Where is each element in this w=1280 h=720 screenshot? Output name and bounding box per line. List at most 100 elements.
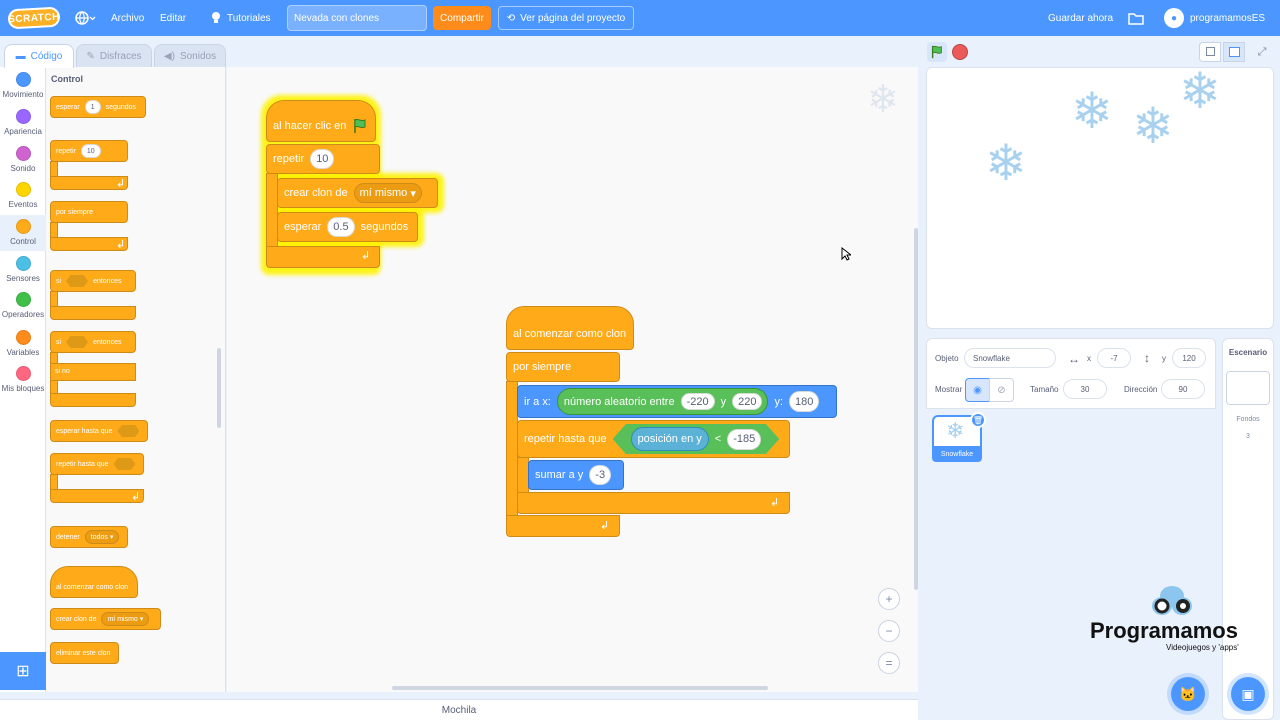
zoom-out-icon: − [885,624,893,638]
change-y-input[interactable]: -3 [589,465,612,485]
add-extension-button[interactable]: ⊞ [0,652,46,690]
clone-dropdown[interactable]: mí mismo ▾ [101,612,150,626]
stage-thumbnail[interactable] [1226,371,1270,405]
when-flag-clicked-block[interactable]: al hacer clic en [266,100,376,142]
block-text: posición en y [637,433,702,445]
choose-sprite-button[interactable]: 🐱 [1171,677,1205,711]
stop-button[interactable] [952,44,968,60]
category-operators[interactable]: Operadores [0,292,46,319]
less-than-block[interactable]: posición en y < -185 [612,424,780,454]
choose-backdrop-button[interactable]: ▣ [1231,677,1265,711]
stage[interactable]: ❄ ❄ ❄ ❄ [926,67,1274,329]
vertical-scrollbar[interactable] [914,228,918,590]
green-flag-button[interactable] [927,42,947,62]
stop-dropdown[interactable]: todos ▾ [84,530,120,544]
clone-dropdown[interactable]: mí mismo ▾ [353,183,422,203]
forever-block[interactable]: por siempre [506,352,620,382]
my-blocks-dot [15,366,31,381]
tab-code[interactable]: ▬ Código [4,44,74,68]
when-clone-starts-block[interactable]: al comenzar como clon [506,306,634,350]
go-to-xy-block[interactable]: ir a x: número aleatorio entre -220 y 22… [517,385,837,418]
random-block[interactable]: número aleatorio entre -220 y 220 [556,388,769,415]
repeat-input[interactable]: 10 [310,149,335,169]
menu-tutorials[interactable]: Tutoriales [210,0,271,36]
size-label: Tamaño [1030,385,1059,394]
block-text: al hacer clic en [273,120,347,132]
y-arrows-icon: ↕ [1144,351,1150,365]
folder-icon[interactable] [1128,0,1144,36]
palette-wait-until-block[interactable]: esperar hasta que [50,420,148,442]
category-variables[interactable]: Variables [0,330,46,357]
c-arm [50,161,58,177]
category-my-blocks[interactable]: Mis bloques [0,366,46,393]
image-add-icon: ▣ [1241,685,1255,702]
block-input[interactable]: 10 [80,144,101,158]
menu-edit[interactable]: Editar [160,0,186,36]
block-input[interactable]: 1 [84,100,101,114]
palette-forever-block[interactable]: por siempre [50,201,128,223]
size-input[interactable]: 30 [1063,379,1107,399]
tutorials-label: Tutoriales [227,12,271,24]
palette-if-else-block[interactable]: si entonces [50,331,136,353]
zoom-out-button[interactable]: − [878,620,900,642]
wait-input[interactable]: 0.5 [327,217,355,237]
random-to-input[interactable]: 220 [732,392,763,411]
change-y-block[interactable]: sumar a y -3 [528,460,624,490]
palette-wait-block[interactable]: esperar 1 segundos [50,96,146,118]
y-input[interactable]: 120 [1172,348,1206,368]
x-input[interactable]: -7 [1097,348,1131,368]
repeat-block[interactable]: repetir 10 [266,144,380,174]
palette-delete-clone-block[interactable]: eliminar este clon [50,642,119,664]
random-from-input[interactable]: -220 [680,392,715,411]
category-looks[interactable]: Apariencia [0,109,46,136]
boolean-slot[interactable] [66,336,89,348]
stage-pane-title: Escenario [1228,348,1268,357]
boolean-slot[interactable] [113,458,136,470]
category-label: Apariencia [4,127,42,136]
scratch-logo[interactable]: SCRATCH [7,6,61,30]
dropdown-value: mí mismo [107,615,138,623]
horizontal-scrollbar[interactable] [392,686,768,690]
palette-stop-block[interactable]: detener todos ▾ [50,526,128,548]
category-sound[interactable]: Sonido [0,146,46,173]
boolean-slot[interactable] [66,275,89,287]
palette-repeat-until-block[interactable]: repetir hasta que [50,453,144,475]
delete-sprite-button[interactable]: 🗑 [970,412,986,428]
share-button[interactable]: Compartir [433,6,491,30]
tab-costumes[interactable]: ✎ Disfraces [76,44,152,68]
see-project-button[interactable]: ⟲ Ver página del proyecto [498,6,634,30]
palette-create-clone-block[interactable]: crear clon de mí mismo ▾ [50,608,161,630]
normal-stage-button[interactable] [1223,42,1245,62]
sprite-name-input[interactable]: Snowflake [964,348,1056,368]
palette-repeat-block[interactable]: repetir 10 [50,140,128,162]
fullscreen-button[interactable]: ⤢ [1251,42,1273,62]
palette-clone-start-block[interactable]: al comenzar como clon [50,566,138,598]
repeat-until-block[interactable]: repetir hasta que posición en y < -185 [517,420,790,458]
zoom-reset-button[interactable]: = [878,652,900,674]
category-control[interactable]: Control [0,215,46,251]
zoom-in-button[interactable]: + [878,588,900,610]
save-now-button[interactable]: Guardar ahora [1048,0,1113,36]
create-clone-block[interactable]: crear clon de mí mismo ▾ [277,178,438,208]
direction-input[interactable]: 90 [1161,379,1205,399]
globe-icon[interactable] [74,0,96,36]
menu-file[interactable]: Archivo [111,0,144,36]
project-title-input[interactable]: Nevada con clones [287,5,427,31]
y-position-block[interactable]: posición en y [630,427,709,451]
hide-sprite-button[interactable]: ⊘ [989,378,1014,402]
block-text: si [56,277,62,285]
small-stage-button[interactable] [1199,42,1221,62]
user-menu[interactable]: ● programamosES [1164,0,1265,36]
category-motion[interactable]: Movimiento [0,72,46,99]
boolean-slot[interactable] [117,425,140,437]
palette-if-block[interactable]: si entonces [50,270,136,292]
tab-sounds[interactable]: ◀) Sonidos [154,44,226,68]
compare-input[interactable]: -185 [727,428,762,450]
palette-scrollbar[interactable] [217,348,221,428]
category-events[interactable]: Eventos [0,182,46,209]
wait-block[interactable]: esperar 0.5 segundos [277,212,418,242]
show-sprite-button[interactable]: ◉ [965,378,990,402]
category-sensing[interactable]: Sensores [0,256,46,283]
backpack-bar[interactable]: Mochila [0,699,918,720]
y-input[interactable]: 180 [789,390,820,413]
